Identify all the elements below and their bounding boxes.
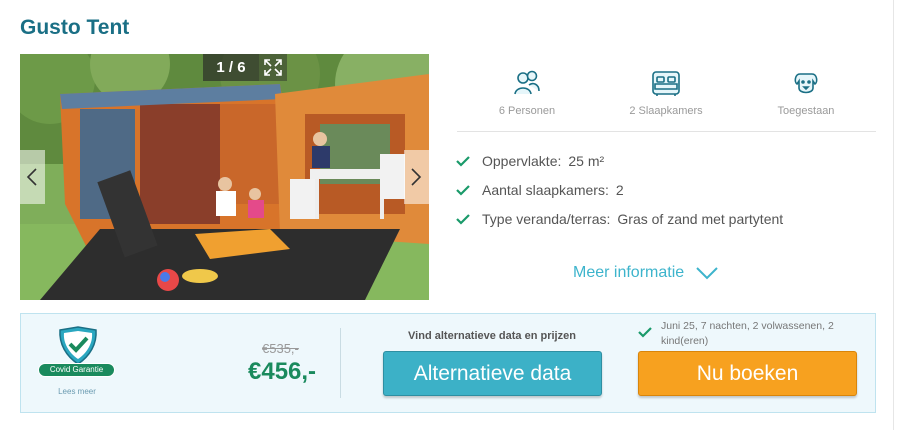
persons-icon [514, 70, 540, 95]
covid-guarantee-label: Covid Garantie [38, 363, 115, 377]
page-edge-divider [893, 0, 894, 430]
checkmark-icon [638, 327, 652, 338]
spec-item: Type veranda/terras: Gras of zand met pa… [456, 209, 783, 229]
alternative-dates-button[interactable]: Alternatieve data [383, 351, 602, 396]
spec-key: Type veranda/terras: [482, 211, 611, 227]
spec-key: Aantal slaapkamers: [482, 182, 609, 198]
old-price: €535,- [262, 341, 299, 356]
covid-read-more-link[interactable]: Lees meer [40, 387, 114, 396]
gallery-next-button[interactable] [404, 150, 429, 204]
checkmark-icon [456, 155, 470, 167]
current-price: €456,- [248, 358, 317, 385]
feature-bedrooms: 2 Slaapkamers [606, 68, 726, 117]
accommodation-title: Gusto Tent [20, 16, 130, 39]
dog-icon [794, 73, 818, 94]
feature-label: 2 Slaapkamers [629, 105, 703, 117]
chevron-right-icon [411, 168, 422, 186]
checkmark-icon [456, 213, 470, 225]
more-info-link[interactable]: Meer informatie [573, 264, 718, 282]
chevron-down-icon [696, 266, 718, 279]
spec-item: Aantal slaapkamers: 2 [456, 180, 624, 200]
feature-persons: 6 Personen [467, 68, 587, 117]
spec-value: Gras of zand met partytent [617, 211, 784, 227]
alternative-dates-heading: Vind alternatieve data en prijzen [408, 330, 576, 342]
chevron-left-icon [26, 168, 37, 186]
selection-summary: Juni 25, 7 nachten, 2 volwassenen, 2 kin… [661, 320, 834, 347]
feature-label: 6 Personen [498, 105, 556, 117]
tent-photo [20, 54, 429, 300]
price-divider [340, 328, 341, 398]
photo-counter: 1 / 6 [203, 54, 259, 81]
gallery-prev-button[interactable] [20, 150, 45, 204]
bedroom-icon [652, 71, 680, 96]
spec-key: Oppervlakte: [482, 153, 562, 169]
fullscreen-icon[interactable] [259, 54, 287, 81]
feature-label: Toegestaan [777, 105, 835, 117]
photo-gallery[interactable]: 1 / 6 [20, 54, 429, 300]
spec-value: 25 m² [568, 153, 605, 169]
checkmark-icon [456, 184, 470, 196]
shield-check-icon [59, 326, 97, 365]
spec-value: 2 [615, 182, 624, 198]
feature-pets: Toegestaan [746, 68, 866, 117]
spec-item: Oppervlakte: 25 m² [456, 151, 604, 171]
book-now-button[interactable]: Nu boeken [638, 351, 857, 396]
features-divider [457, 131, 876, 132]
more-info-label: Meer informatie [573, 264, 685, 281]
